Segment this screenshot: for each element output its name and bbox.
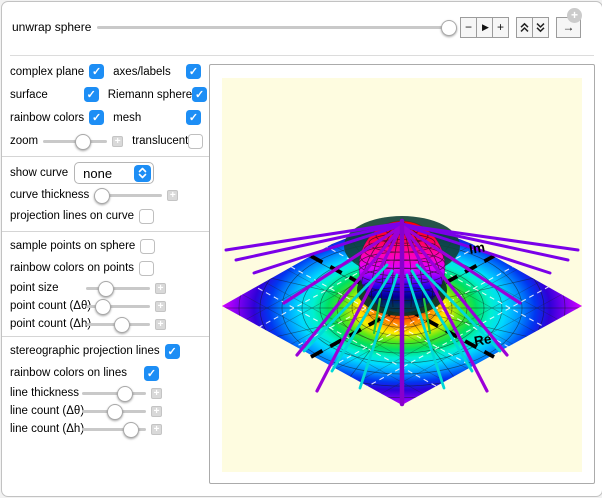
curve-thickness-stepper-icon[interactable]: + [167,189,179,201]
control-panel: complex plane axes/labels surface Rieman… [2,60,209,438]
projection-lines-on-curve-label: projection lines on curve [10,210,135,222]
slider-track[interactable] [86,287,150,290]
curve-thickness-label: curve thickness [10,189,90,201]
mesh-label: mesh [113,111,142,124]
show-curve-label: show curve [10,167,69,179]
line-thickness-stepper-icon[interactable]: + [151,387,162,399]
zoom-stepper-icon[interactable]: + [112,135,124,147]
section-divider [2,231,209,232]
slider-thumb[interactable] [94,188,111,204]
graphics-frame: Re Im [209,64,595,484]
rainbow-lines-label: rainbow colors on lines [10,367,127,379]
animation-bar: unwrap sphere − ▶ + → [12,14,588,40]
point-count-theta-stepper-icon[interactable]: + [155,300,166,312]
im-axis-label: Im [468,239,486,257]
axes-labels-label: axes/labels [113,65,171,78]
show-curve-dropdown[interactable]: none [74,162,155,184]
section-divider [2,336,209,337]
rainbow-lines-checkbox[interactable] [143,365,159,381]
mesh-checkbox[interactable] [186,110,201,125]
riemann-sphere-3d-view[interactable]: Re Im [222,78,582,472]
line-count-h-slider[interactable] [82,421,146,438]
point-count-h-label: point count (Δh) [10,318,92,330]
slider-track[interactable] [97,26,448,29]
slider-thumb[interactable] [123,422,139,438]
double-chevron-down-icon [536,22,545,32]
point-size-stepper-icon[interactable]: + [155,282,166,294]
line-count-theta-slider[interactable] [82,403,146,420]
play-button[interactable]: ▶ [476,16,493,38]
slider-thumb[interactable] [98,281,115,297]
complex-plane-label: complex plane [10,65,85,78]
manipulate-window: unwrap sphere − ▶ + → + complex plane ✓ … [1,1,602,497]
unwrap-sphere-slider[interactable] [97,19,457,36]
stereo-lines-label: stereographic projection lines [10,345,160,357]
slider-thumb[interactable] [441,20,457,36]
line-count-h-stepper-icon[interactable]: + [151,423,162,435]
speed-controls [516,16,549,38]
point-count-h-stepper-icon[interactable]: + [155,318,166,330]
line-count-h-label: line count (Δh) [10,423,85,435]
slider-thumb[interactable] [74,134,91,150]
axes-labels-checkbox[interactable] [186,64,201,79]
unwrap-sphere-label: unwrap sphere [12,20,92,34]
line-count-theta-stepper-icon[interactable]: + [151,405,162,417]
line-count-theta-label: line count (Δθ) [10,405,85,417]
show-curve-value: none [83,165,113,181]
zoom-label: zoom [10,135,39,147]
sample-points-label: sample points on sphere [10,240,136,252]
point-size-slider[interactable] [86,280,150,297]
re-axis-label: Re [473,331,493,349]
speed-down-button[interactable] [532,16,549,38]
step-controls: − ▶ + [460,16,509,38]
stereo-lines-checkbox[interactable] [164,343,180,359]
rainbow-colors-checkbox[interactable] [89,110,105,125]
riemann-sphere-checkbox[interactable] [192,87,208,102]
step-forward-button[interactable]: + [492,16,509,38]
section-divider [2,156,209,157]
speed-up-button[interactable] [516,16,533,38]
point-count-h-slider[interactable] [86,316,150,333]
point-count-theta-slider[interactable] [86,298,150,315]
rainbow-points-label: rainbow colors on points [10,262,135,274]
translucent-checkbox[interactable] [188,133,204,149]
line-thickness-slider[interactable] [82,385,146,402]
slider-thumb[interactable] [114,317,131,333]
zoom-slider[interactable] [43,133,108,150]
projection-lines-on-curve-checkbox[interactable] [139,208,155,224]
surface-checkbox[interactable] [83,87,99,102]
slider-thumb[interactable] [95,299,111,315]
collapse-plus-icon[interactable]: + [567,8,582,23]
rainbow-colors-label: rainbow colors [10,111,85,124]
complex-plane-checkbox[interactable] [89,64,105,79]
slider-thumb[interactable] [107,404,123,420]
top-divider [10,55,594,56]
slider-track[interactable] [82,392,146,395]
surface-label: surface [10,88,48,101]
point-size-label: point size [10,282,59,294]
riemann-sphere-label: Riemann sphere [107,88,193,101]
step-back-button[interactable]: − [460,16,477,38]
stereographic-projection-graphic: Re Im [222,216,582,407]
rainbow-points-checkbox[interactable] [139,260,155,276]
slider-thumb[interactable] [116,386,133,402]
sample-points-checkbox[interactable] [140,238,156,254]
line-thickness-label: line thickness [10,387,80,399]
translucent-label: translucent [132,135,189,147]
curve-thickness-slider[interactable] [94,187,163,204]
double-chevron-up-icon [520,22,529,32]
dropdown-chevrons-icon [134,164,152,182]
point-count-theta-label: point count (Δθ) [10,300,92,312]
